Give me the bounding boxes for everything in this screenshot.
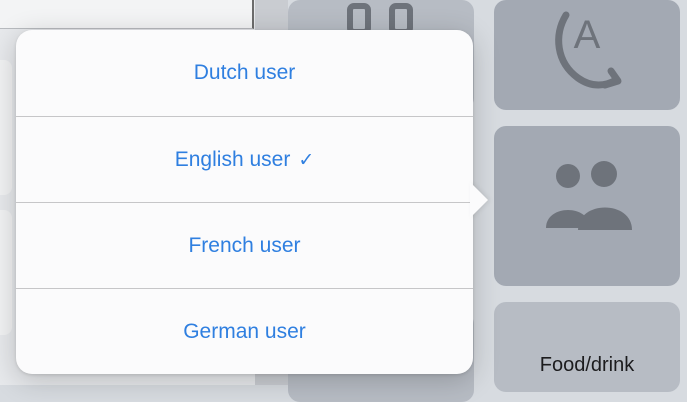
menu-item-french-user[interactable]: French user [16,203,473,289]
user-language-popover: Dutch user English user ✓ French user Ge… [16,30,473,374]
food-drink-tile[interactable]: Food/drink [494,302,680,392]
menu-item-label: English user [174,148,291,171]
translate-icon: A [555,11,622,89]
menu-item-dutch-user[interactable]: Dutch user [16,30,473,116]
checkmark-icon: ✓ [298,149,315,171]
left-pane-item [0,60,12,195]
food-drink-label: Food/drink [539,354,635,376]
svg-text:A: A [574,13,601,57]
left-pane-item [0,210,12,335]
menu-item-label: German user [183,320,306,343]
translate-tile[interactable]: A [494,0,680,110]
popover-arrow [470,182,488,218]
menu-item-label: Dutch user [193,61,296,84]
menu-item-english-user[interactable]: English user ✓ [16,117,473,203]
menu-item-label: French user [188,234,301,257]
left-pane-header [0,0,254,29]
users-tile[interactable] [494,126,680,286]
users-icon [546,161,632,230]
menu-item-german-user[interactable]: German user [16,289,473,375]
